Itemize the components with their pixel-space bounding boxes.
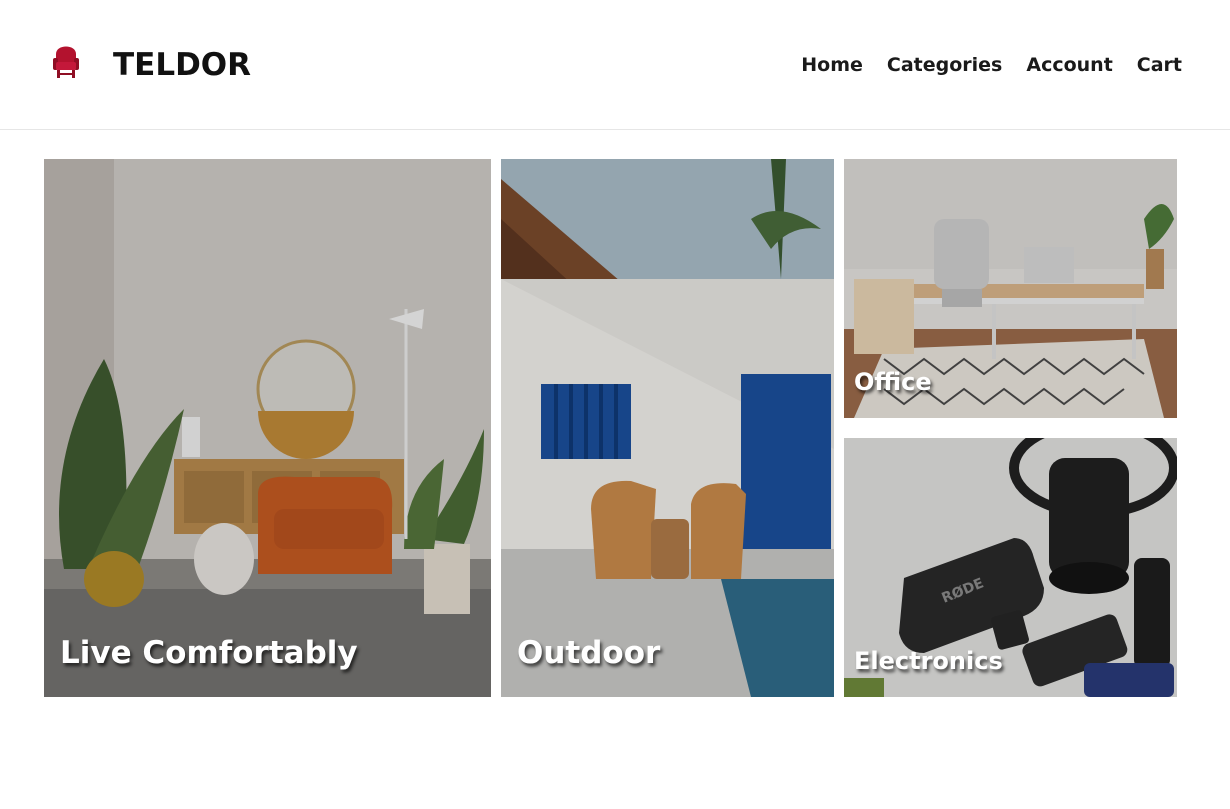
nav-account-link[interactable]: Account bbox=[1026, 52, 1112, 78]
category-label: Office bbox=[854, 368, 932, 396]
nav-home-link[interactable]: Home bbox=[801, 52, 863, 78]
category-tile-live-comfortably[interactable]: Live Comfortably bbox=[44, 159, 491, 697]
tile-overlay bbox=[44, 159, 491, 697]
category-tile-outdoor[interactable]: Outdoor bbox=[501, 159, 834, 697]
category-label: Outdoor bbox=[517, 635, 661, 671]
tile-overlay bbox=[501, 159, 834, 697]
brand-name[interactable]: TELDOR bbox=[113, 46, 251, 84]
category-label: Live Comfortably bbox=[60, 635, 358, 671]
main-nav: Home Categories Account Cart bbox=[777, 52, 1182, 78]
nav-cart-link[interactable]: Cart bbox=[1137, 52, 1182, 78]
category-tile-office[interactable]: Office bbox=[844, 159, 1177, 418]
category-label: Electronics bbox=[854, 647, 1003, 675]
nav-categories-link[interactable]: Categories bbox=[887, 52, 1002, 78]
category-grid: Live Comfortably Outdoor Office RØDE Ele… bbox=[44, 159, 1177, 697]
armchair-icon[interactable] bbox=[50, 40, 82, 82]
category-tile-electronics[interactable]: RØDE Electronics bbox=[844, 438, 1177, 697]
site-header: TELDOR Home Categories Account Cart bbox=[0, 0, 1230, 130]
